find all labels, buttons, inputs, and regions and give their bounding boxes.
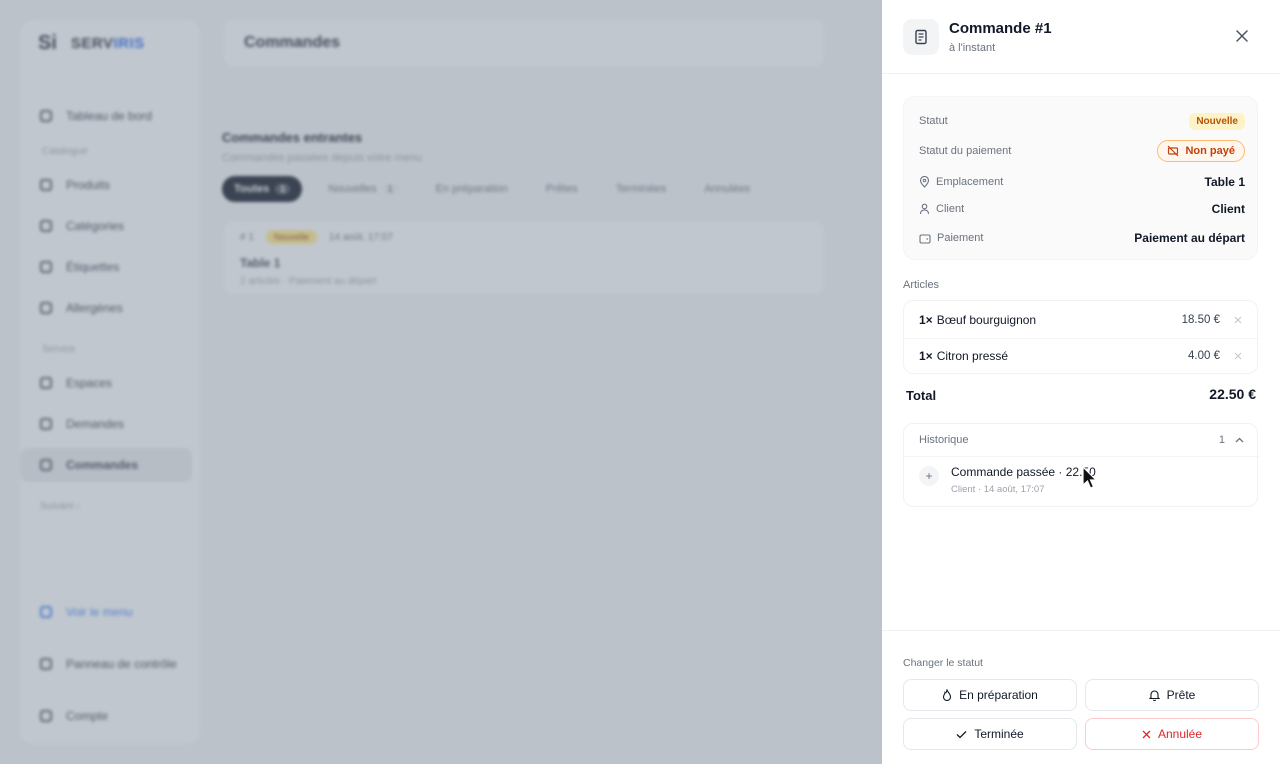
payment-row: Paiement Paiement au départ	[919, 227, 1245, 249]
status-row: Statut Nouvelle	[919, 110, 1245, 132]
client-label: Client	[936, 203, 965, 215]
receipt-icon	[903, 19, 939, 55]
plus-icon: +	[919, 466, 939, 486]
close-icon	[1142, 730, 1151, 738]
drawer-title: Commande #1	[949, 20, 1052, 37]
history-panel: Historique 1 + Commande passée · 22.50 C…	[903, 423, 1259, 507]
client-row: Client Client	[919, 198, 1245, 220]
check-icon	[956, 730, 967, 738]
drawer-subtitle: à l'instant	[949, 42, 996, 54]
order-drawer: Commande #1 à l'instant Statut Nouvelle …	[882, 0, 1280, 764]
cancelled-button[interactable]: Annulée	[1085, 718, 1259, 750]
item-name: Citron pressé	[936, 349, 1009, 363]
change-status-label: Changer le statut	[903, 657, 983, 669]
history-label: Historique	[919, 434, 969, 446]
list-item: 1× Bœuf bourguignon 18.50 €	[919, 302, 1244, 338]
payment-value: Paiement au départ	[1134, 231, 1245, 245]
item-name: Bœuf bourguignon	[936, 313, 1037, 327]
map-pin-icon	[919, 176, 930, 188]
item-qty: 1×	[919, 313, 933, 327]
item-qty: 1×	[919, 349, 933, 363]
remove-item-icon[interactable]	[1232, 314, 1244, 326]
drawer-header: Commande #1 à l'instant	[882, 0, 1280, 74]
close-icon[interactable]	[1232, 26, 1252, 46]
articles-list: 1× Bœuf bourguignon 18.50 € 1× Citron pr…	[903, 300, 1259, 374]
mouse-cursor-icon	[1082, 466, 1098, 489]
user-icon	[919, 203, 930, 215]
done-button[interactable]: Terminée	[903, 718, 1077, 750]
articles-label: Articles	[903, 279, 940, 291]
history-item: + Commande passée · 22.50 Client · 14 ao…	[919, 463, 1096, 495]
flame-icon	[943, 689, 952, 701]
ready-button[interactable]: Prête	[1085, 679, 1259, 711]
total-value: 22.50 €	[1209, 386, 1256, 402]
payment-status-badge: Non payé	[1157, 140, 1245, 162]
status-label: Statut	[919, 115, 948, 127]
item-price: 4.00 €	[1188, 350, 1220, 362]
location-row: Emplacement Table 1	[919, 171, 1245, 193]
remove-item-icon[interactable]	[1232, 350, 1244, 362]
client-value: Client	[1211, 202, 1245, 216]
status-badge: Nouvelle	[1189, 112, 1245, 130]
history-toggle[interactable]: Historique 1	[904, 424, 1259, 457]
preparing-button[interactable]: En préparation	[903, 679, 1077, 711]
history-count: 1	[1218, 434, 1225, 446]
history-item-meta: Client · 14 août, 17:07	[951, 484, 1045, 495]
bell-icon	[1148, 690, 1160, 701]
location-label: Emplacement	[936, 176, 1004, 188]
chevron-up-icon	[1235, 437, 1244, 443]
order-info-card: Statut Nouvelle Statut du paiement Non p…	[903, 96, 1258, 260]
total-label: Total	[906, 388, 937, 403]
payment-status-label: Statut du paiement	[919, 145, 1012, 157]
payment-status-row: Statut du paiement Non payé	[919, 140, 1245, 162]
drawer-footer: Changer le statut En préparation Prête T…	[882, 630, 1280, 764]
list-item: 1× Citron pressé 4.00 €	[919, 338, 1244, 374]
payment-label: Paiement	[937, 232, 984, 244]
wallet-icon	[919, 233, 931, 244]
item-price: 18.50 €	[1181, 314, 1220, 326]
eye-off-icon	[1168, 145, 1179, 157]
history-item-title: Commande passée · 22.50	[951, 465, 1096, 479]
location-value: Table 1	[1204, 175, 1245, 189]
